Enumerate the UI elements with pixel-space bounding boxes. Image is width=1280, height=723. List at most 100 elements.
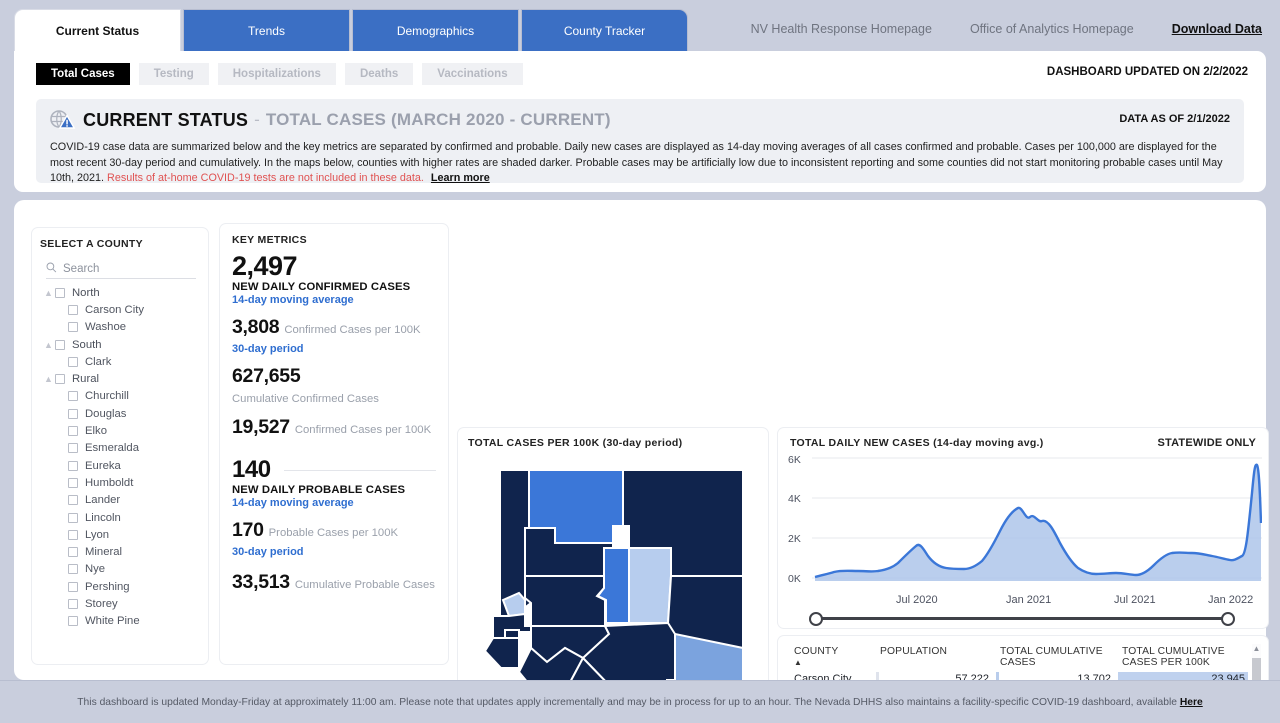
tab-label: Current Status [56,24,139,38]
group-label: South [72,339,102,351]
footer-message: This dashboard is updated Monday-Friday … [77,697,1180,708]
county-group-rural[interactable]: ▲ Rural [42,370,202,387]
county-label: White Pine [85,615,140,627]
sort-ascending-icon[interactable]: ▲ [794,658,802,667]
county-selector-title: SELECT A COUNTY [40,238,143,250]
subtab-deaths[interactable]: Deaths [345,63,413,85]
link-download-data[interactable]: Download Data [1172,22,1262,36]
column-header-total-cumulative-cases-per-100k[interactable]: TOTAL CUMULATIVE CASES PER 100K [1118,644,1252,671]
x-tick-label: Jul 2021 [1114,594,1156,606]
county-label: Douglas [85,408,126,420]
county-item-mineral[interactable]: Mineral [42,543,202,560]
tab-trends[interactable]: Trends [183,9,350,51]
checkbox-esmeralda[interactable] [68,443,78,453]
tab-label: County Tracker [564,24,645,38]
scroll-up-icon[interactable]: ▲ [1253,644,1261,653]
county-item-washoe[interactable]: Washoe [42,319,202,336]
checkbox-nye[interactable] [68,564,78,574]
checkbox-rural[interactable] [55,374,65,384]
checkbox-storey[interactable] [68,599,78,609]
county-shape-douglas[interactable] [485,638,519,668]
column-header-total-cumulative-cases[interactable]: TOTAL CUMULATIVE CASES [996,644,1118,671]
tab-county-tracker[interactable]: County Tracker [521,9,688,51]
tab-current-status[interactable]: Current Status [14,9,181,51]
globe-warning-icon [50,109,76,131]
county-item-esmeralda[interactable]: Esmeralda [42,440,202,457]
slider-handle-right[interactable] [1221,612,1235,626]
checkbox-north[interactable] [55,288,65,298]
county-item-churchill[interactable]: Churchill [42,388,202,405]
county-label: Eureka [85,460,121,472]
subtab-vaccinations[interactable]: Vaccinations [422,63,522,85]
column-header-county[interactable]: COUNTY▲ [790,644,876,671]
checkbox-lander[interactable] [68,495,78,505]
confirmed-30day-note: 30-day period [232,343,436,355]
header-label: COUNTY [794,646,838,657]
subtab-label: Testing [154,68,194,80]
subtab-testing[interactable]: Testing [139,63,209,85]
column-header-population[interactable]: POPULATION [876,644,996,671]
county-item-clark[interactable]: Clark [42,353,202,370]
link-office-of-analytics[interactable]: Office of Analytics Homepage [970,22,1134,36]
checkbox-mineral[interactable] [68,547,78,557]
county-item-elko[interactable]: Elko [42,422,202,439]
new-daily-probable-value: 140 [232,457,436,484]
county-label: Lander [85,494,120,506]
checkbox-churchill[interactable] [68,391,78,401]
cumulative-confirmed-per-100k-label: Confirmed Cases per 100K [295,424,431,436]
footer-here-link[interactable]: Here [1180,697,1203,708]
chevron-up-icon[interactable]: ▲ [42,340,55,350]
checkbox-white-pine[interactable] [68,616,78,626]
county-item-lincoln[interactable]: Lincoln [42,509,202,526]
checkbox-eureka[interactable] [68,461,78,471]
county-item-lyon[interactable]: Lyon [42,526,202,543]
tab-demographics[interactable]: Demographics [352,9,519,51]
checkbox-elko[interactable] [68,426,78,436]
checkbox-pershing[interactable] [68,582,78,592]
page-subtitle: TOTAL CASES (MARCH 2020 - CURRENT) [266,110,611,130]
checkbox-clark[interactable] [68,357,78,367]
county-item-white-pine[interactable]: White Pine [42,613,202,630]
chart-title: TOTAL DAILY NEW CASES (14-day moving avg… [790,437,1044,449]
county-item-douglas[interactable]: Douglas [42,405,202,422]
map-panel: TOTAL CASES PER 100K (30-day period) [458,428,768,723]
county-item-storey[interactable]: Storey [42,595,202,612]
county-item-nye[interactable]: Nye [42,561,202,578]
slider-handle-left[interactable] [809,612,823,626]
cumulative-probable-value: 33,513 [232,571,290,594]
county-search-input[interactable]: Search [63,263,99,275]
title-separator: - [254,110,260,130]
county-item-lander[interactable]: Lander [42,492,202,509]
chevron-up-icon[interactable]: ▲ [42,288,55,298]
county-item-eureka[interactable]: Eureka [42,457,202,474]
probable-30day-note: 30-day period [232,546,436,558]
county-group-north[interactable]: ▲ North [42,284,202,301]
new-daily-confirmed-value: 2,497 [232,251,436,281]
cumulative-confirmed-label: Cumulative Confirmed Cases [232,393,379,405]
subtab-hospitalizations[interactable]: Hospitalizations [218,63,336,85]
county-search-row[interactable]: Search [46,260,196,279]
checkbox-lyon[interactable] [68,530,78,540]
checkbox-carson-city[interactable] [68,305,78,315]
header-panel: Total Cases Testing Hospitalizations Dea… [14,51,1266,192]
county-item-humboldt[interactable]: Humboldt [42,474,202,491]
link-nv-health-response[interactable]: NV Health Response Homepage [751,22,932,36]
checkbox-south[interactable] [55,340,65,350]
county-shape-eureka[interactable] [629,548,671,623]
subtab-total-cases[interactable]: Total Cases [36,63,130,85]
county-label: Mineral [85,546,122,558]
county-shape-churchill[interactable] [525,576,605,626]
chevron-up-icon[interactable]: ▲ [42,374,55,384]
metrics-divider: 140 [232,457,436,484]
chart-plot-area[interactable] [812,453,1262,593]
county-item-pershing[interactable]: Pershing [42,578,202,595]
tab-label: Trends [248,24,285,38]
county-item-carson-city[interactable]: Carson City [42,301,202,318]
county-group-south[interactable]: ▲ South [42,336,202,353]
checkbox-humboldt[interactable] [68,478,78,488]
checkbox-washoe[interactable] [68,322,78,332]
checkbox-lincoln[interactable] [68,513,78,523]
learn-more-link[interactable]: Learn more [431,172,490,184]
chart-date-range-slider[interactable] [816,617,1228,620]
checkbox-douglas[interactable] [68,409,78,419]
